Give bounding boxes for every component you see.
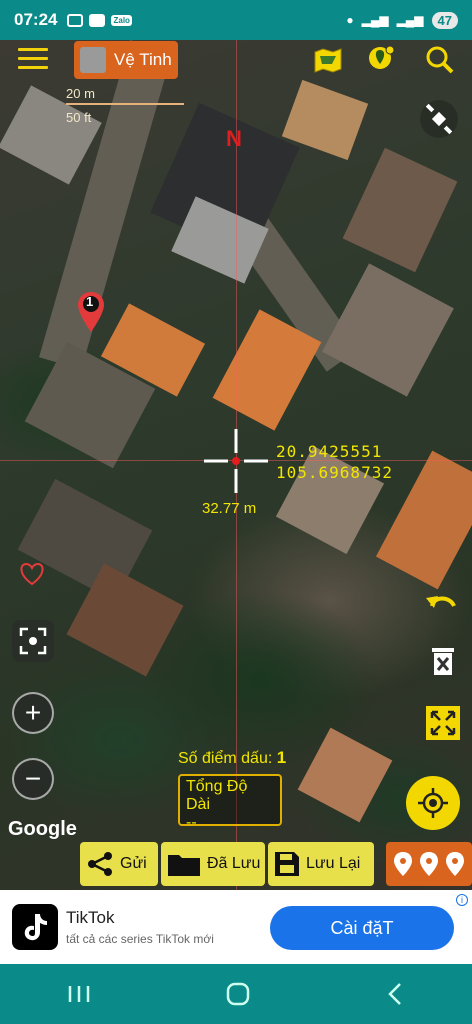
map-marker-icon <box>420 852 438 876</box>
crosshair-icon <box>204 429 268 493</box>
system-icons: ● ▂▄▆ ▂▄▆ 47 <box>346 11 458 29</box>
map-marker-icon <box>446 852 464 876</box>
delete-icon[interactable] <box>424 642 462 680</box>
search-icon[interactable] <box>424 44 456 76</box>
zalo-icon: Zalo <box>111 14 132 26</box>
location-icon: ● <box>346 13 354 27</box>
fullscreen-button[interactable] <box>12 620 54 662</box>
tiktok-icon <box>24 914 47 941</box>
distance-readout: 32.77 m <box>202 500 257 517</box>
save-button[interactable]: Lưu Lại <box>268 842 374 886</box>
google-attribution: Google <box>8 818 77 840</box>
total-length-label: Tổng Độ Dài <box>186 778 248 813</box>
longitude-readout: 105.6968732 <box>276 463 393 482</box>
tiktok-logo <box>12 904 58 950</box>
satellite-icon <box>425 103 453 135</box>
plus-icon: + <box>24 697 42 728</box>
youtube-icon <box>89 13 106 27</box>
saved-button[interactable]: Đã Lưu <box>161 842 265 886</box>
total-length-box: Tổng Độ Dài -- <box>178 774 282 831</box>
recent-apps-icon[interactable] <box>67 984 91 1004</box>
minus-icon: − <box>24 763 42 794</box>
home-icon[interactable] <box>226 982 250 1006</box>
total-length-value: -- <box>186 814 197 831</box>
map-type-label: Vệ Tinh <box>114 50 172 69</box>
pin-number: 1 <box>86 294 94 309</box>
scale-bar <box>66 103 184 105</box>
ad-subtitle: tất cả các series TikTok mới <box>66 932 214 946</box>
building <box>297 727 393 823</box>
scale-label-m: 20 m <box>66 86 95 101</box>
gps-signal-button[interactable] <box>420 100 458 138</box>
ad-title: TikTok <box>66 908 115 927</box>
ad-install-button[interactable]: Cài đặT <box>270 906 454 950</box>
latitude-readout: 20.9425551 <box>276 442 383 461</box>
battery-badge: 47 <box>431 11 458 29</box>
markers-button[interactable] <box>386 842 472 886</box>
marker-count-value: 1 <box>276 748 287 767</box>
crosshair-target-icon <box>418 788 448 818</box>
zoom-in-button[interactable]: + <box>12 692 54 734</box>
notification-icons: Zalo <box>67 13 132 27</box>
folder-icon <box>168 855 200 876</box>
save-icon <box>275 852 299 876</box>
status-time: 07:24 <box>14 10 58 29</box>
heart-icon[interactable] <box>18 562 46 586</box>
signal-icon: ▂▄▆ <box>361 13 389 27</box>
focus-icon <box>19 627 47 655</box>
marker-count: Số điểm dấu: 1 <box>178 748 286 768</box>
ad-info-icon[interactable]: i <box>456 894 468 906</box>
map-type-button[interactable]: Vệ Tinh <box>74 41 178 79</box>
zoom-out-button[interactable]: − <box>12 758 54 800</box>
location-search-icon[interactable] <box>366 44 398 76</box>
ad-banner[interactable]: TikTok tất cả các series TikTok mới Cài … <box>0 890 472 964</box>
menu-button[interactable] <box>18 48 48 72</box>
building <box>342 147 458 273</box>
map-layers-icon[interactable] <box>312 44 344 76</box>
my-location-button[interactable] <box>406 776 460 830</box>
back-icon[interactable] <box>385 982 405 1006</box>
navigation-bar <box>0 964 472 1024</box>
building <box>322 263 454 397</box>
building-icon <box>80 47 106 73</box>
undo-icon[interactable] <box>422 584 460 622</box>
marker-count-label: Số điểm dấu: <box>178 750 273 767</box>
share-icon <box>88 852 112 876</box>
map-marker-icon <box>394 852 412 876</box>
send-button[interactable]: Gửi <box>80 842 158 886</box>
status-bar: 07:24 Zalo ● ▂▄▆ ▂▄▆ 47 <box>0 0 472 40</box>
north-indicator: N <box>226 126 242 151</box>
saved-label: Đã Lưu <box>207 855 261 872</box>
scale-label-ft: 50 ft <box>66 110 92 125</box>
fit-bounds-icon[interactable] <box>424 704 462 742</box>
save-label: Lưu Lại <box>306 855 361 872</box>
signal-icon-2: ▂▄▆ <box>396 13 424 27</box>
screenshot-icon <box>67 13 84 27</box>
send-label: Gửi <box>120 855 147 872</box>
